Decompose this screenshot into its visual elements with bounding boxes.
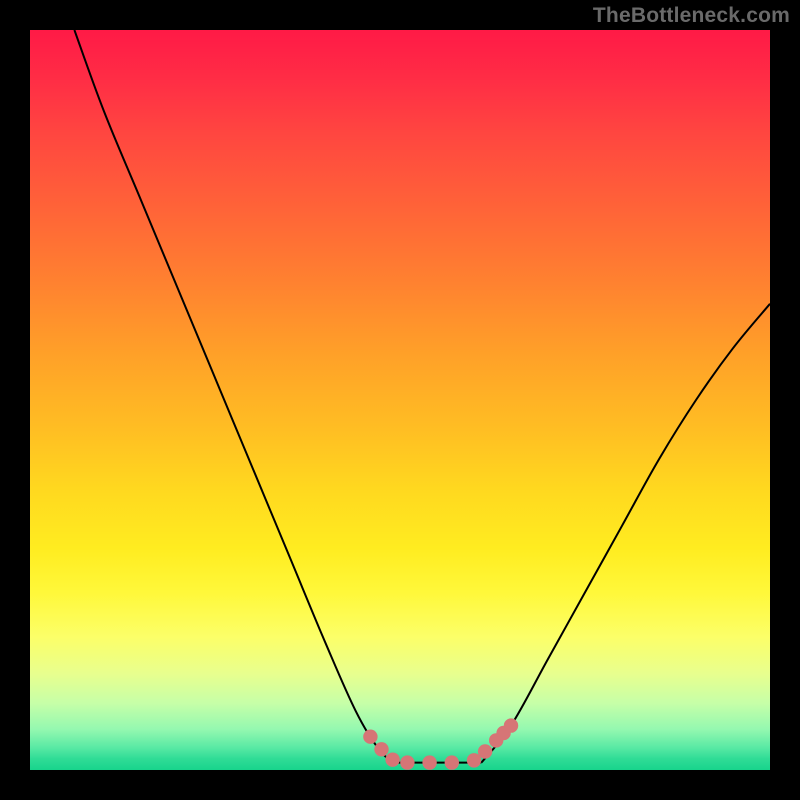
marker-dot <box>374 742 388 756</box>
curve-left-path <box>74 30 392 763</box>
chart-frame: TheBottleneck.com <box>0 0 800 800</box>
marker-dot <box>445 755 459 769</box>
curve-svg <box>30 30 770 770</box>
curve-right-path <box>481 304 770 763</box>
marker-dot <box>385 752 399 766</box>
marker-dot <box>478 744 492 758</box>
marker-dot <box>400 755 414 769</box>
marker-dot <box>504 718 518 732</box>
marker-dot <box>363 730 377 744</box>
plot-area <box>30 30 770 770</box>
marker-dot <box>422 755 436 769</box>
watermark-text: TheBottleneck.com <box>593 4 790 28</box>
